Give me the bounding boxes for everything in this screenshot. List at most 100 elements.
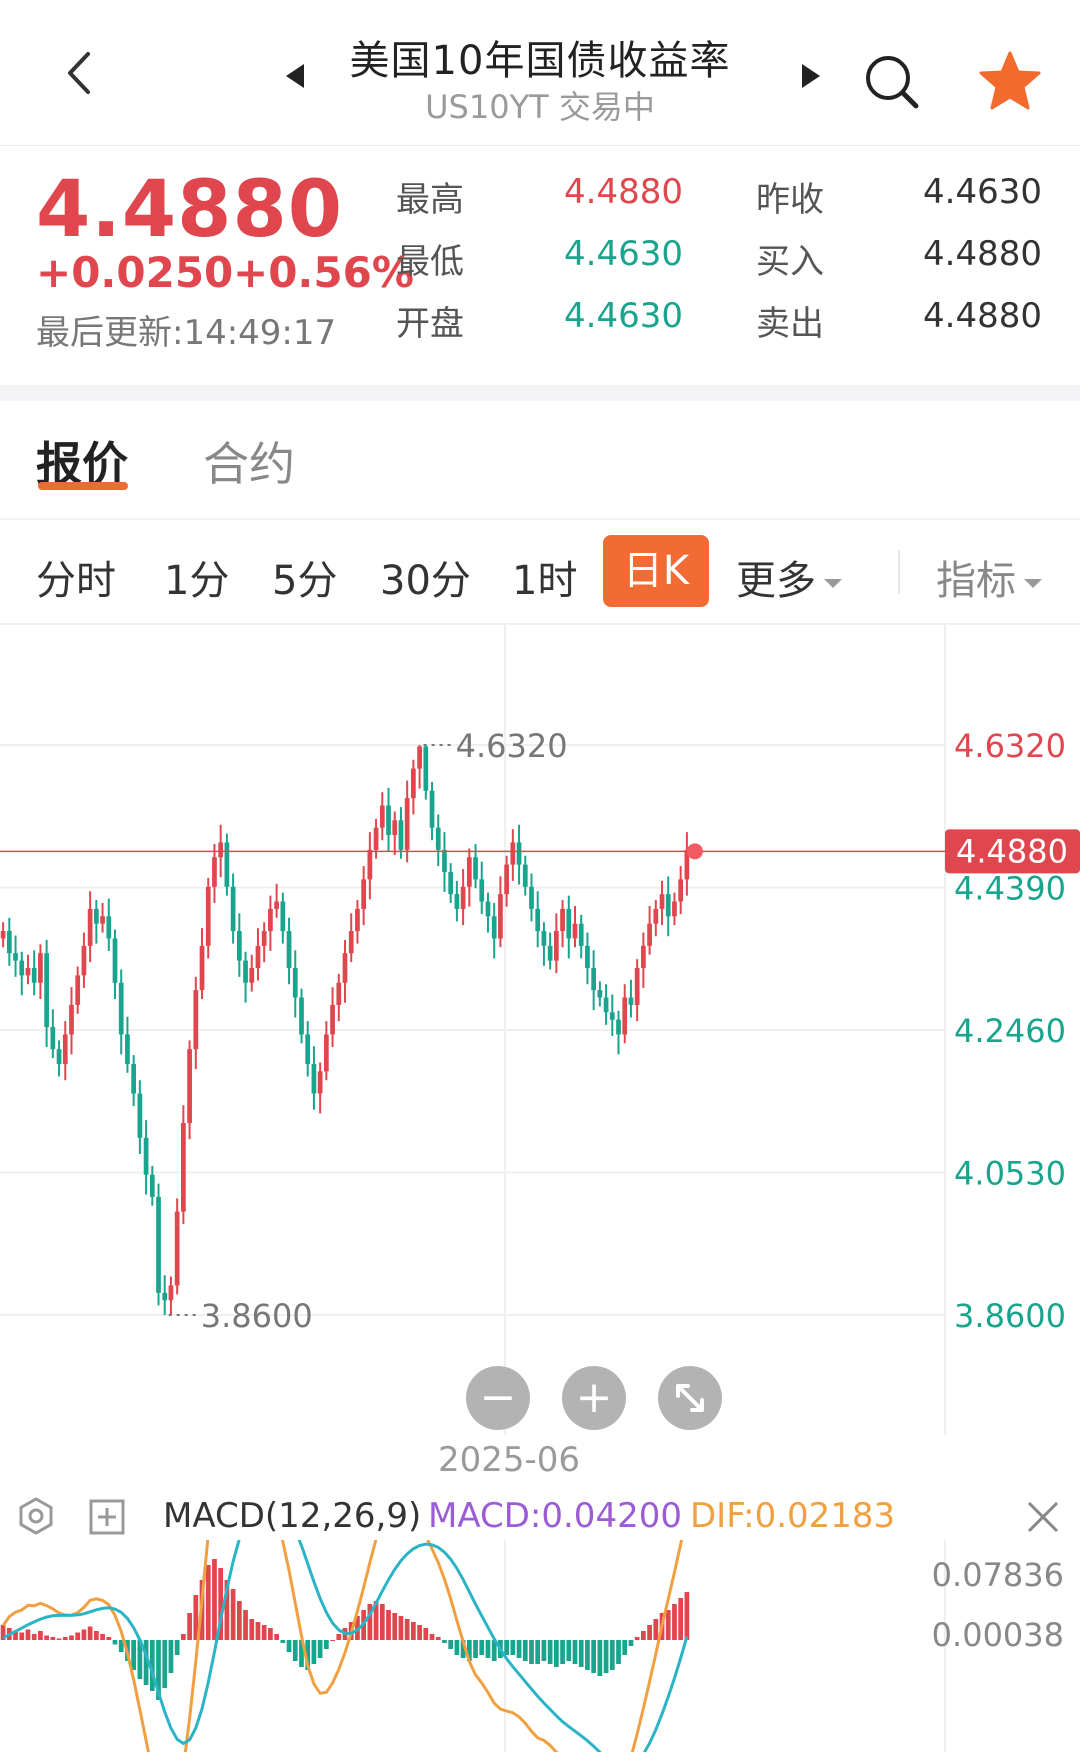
candle-body	[69, 1004, 74, 1035]
macd-bar	[609, 1640, 615, 1670]
candle-body	[473, 857, 478, 880]
candle-body	[323, 1034, 329, 1072]
period-daily-k[interactable]: 日K	[603, 535, 709, 607]
candle-body	[659, 894, 665, 909]
candle-body	[162, 1292, 168, 1301]
y-axis-label: 3.8600	[954, 1297, 1066, 1335]
candle-body	[168, 1285, 174, 1301]
chevron-left-icon[interactable]	[62, 50, 98, 96]
macd-bar	[423, 1628, 429, 1640]
macd-bar	[647, 1625, 652, 1640]
macd-bar	[274, 1634, 279, 1640]
candle-body	[454, 894, 460, 909]
macd-bar	[529, 1640, 534, 1664]
candle-body	[609, 1012, 615, 1020]
stat-value-low: 4.4630	[564, 234, 683, 274]
period-30min[interactable]: 30分	[380, 548, 471, 606]
plus-square-icon[interactable]	[88, 1498, 126, 1536]
candle-body	[429, 790, 435, 828]
macd-axis-label: 0.00038	[932, 1616, 1064, 1654]
candle-body	[541, 931, 547, 946]
period-1min[interactable]: 1分	[164, 548, 229, 606]
zoom-out-button[interactable]: −	[466, 1366, 530, 1430]
candle-body	[417, 746, 422, 769]
macd-bar	[317, 1640, 323, 1658]
current-price-tag: 4.4880	[956, 832, 1068, 870]
macd-bar	[205, 1565, 211, 1640]
dif-line	[1, 1540, 684, 1752]
candle-body	[622, 997, 628, 1035]
price-change: +0.0250	[36, 248, 234, 297]
search-icon[interactable]	[862, 52, 922, 112]
candle-body	[641, 945, 646, 968]
triangle-right-icon[interactable]	[800, 62, 822, 90]
stat-label-bid: 买入	[756, 242, 824, 282]
candle-body	[50, 1027, 56, 1050]
macd-bar	[31, 1634, 37, 1640]
star-icon[interactable]	[978, 50, 1042, 112]
macd-axis-label: 0.07836	[932, 1556, 1064, 1594]
candle-body	[311, 1063, 317, 1094]
macd-bar	[62, 1637, 68, 1640]
period-1hour[interactable]: 1时	[512, 548, 577, 606]
candle-body	[112, 938, 118, 983]
candle-body	[0, 931, 6, 939]
macd-bar	[591, 1640, 597, 1673]
macd-bar	[417, 1625, 422, 1640]
tab-contract[interactable]: 合约	[203, 428, 295, 494]
settings-icon[interactable]	[16, 1496, 56, 1536]
candle-body	[404, 798, 410, 850]
candle-body	[485, 901, 491, 917]
candle-body	[274, 901, 279, 909]
macd-bar	[330, 1640, 335, 1641]
macd-bar	[616, 1640, 621, 1664]
candle-body	[317, 1071, 323, 1094]
candle-body	[435, 827, 441, 850]
period-more-dropdown[interactable]: 更多	[736, 548, 844, 606]
macd-bar	[578, 1640, 584, 1667]
candle-body	[330, 1004, 335, 1035]
candle-body	[56, 1049, 62, 1064]
macd-bar	[435, 1637, 441, 1640]
candle-body	[268, 908, 273, 932]
macd-bar	[473, 1640, 478, 1658]
period-timeshare[interactable]: 分时	[36, 548, 116, 606]
macd-bar	[75, 1632, 81, 1640]
expand-button[interactable]	[658, 1366, 722, 1430]
period-5min[interactable]: 5分	[272, 548, 337, 606]
candle-body	[13, 953, 18, 961]
candle-body	[224, 842, 230, 887]
candle-body	[547, 945, 553, 961]
y-axis-label: 4.2460	[954, 1012, 1066, 1050]
candle-body	[585, 945, 590, 968]
macd-bar	[25, 1629, 31, 1640]
macd-bar	[504, 1640, 509, 1655]
macd-bar	[168, 1640, 174, 1673]
macd-bar	[448, 1640, 454, 1649]
divider	[0, 518, 1080, 520]
candle-body	[19, 960, 25, 976]
macd-bar	[653, 1619, 659, 1640]
candle-body	[137, 1093, 143, 1138]
macd-bar	[311, 1640, 317, 1664]
candle-body	[25, 967, 31, 976]
macd-bar	[628, 1640, 634, 1646]
indicators-dropdown[interactable]: 指标	[936, 548, 1044, 606]
y-axis-label: 4.0530	[954, 1155, 1066, 1193]
candle-body	[653, 908, 659, 924]
candle-body	[81, 945, 87, 976]
candle-body	[249, 967, 255, 983]
stat-label-high: 最高	[396, 180, 464, 220]
macd-bar	[672, 1604, 677, 1640]
macd-bar	[286, 1640, 292, 1652]
zoom-in-button[interactable]: +	[562, 1366, 626, 1430]
candle-body	[553, 931, 559, 961]
macd-bar	[541, 1640, 547, 1661]
candle-body	[466, 857, 472, 887]
candlestick-chart[interactable]: 4.4880 4.6320 3.8600 4.6320 4.4390 4.246…	[0, 625, 1080, 1435]
candle-body	[299, 997, 304, 1035]
candle-body	[634, 967, 640, 1005]
candle-body	[448, 871, 454, 895]
close-icon[interactable]	[1026, 1500, 1060, 1534]
candle-body	[379, 805, 385, 828]
